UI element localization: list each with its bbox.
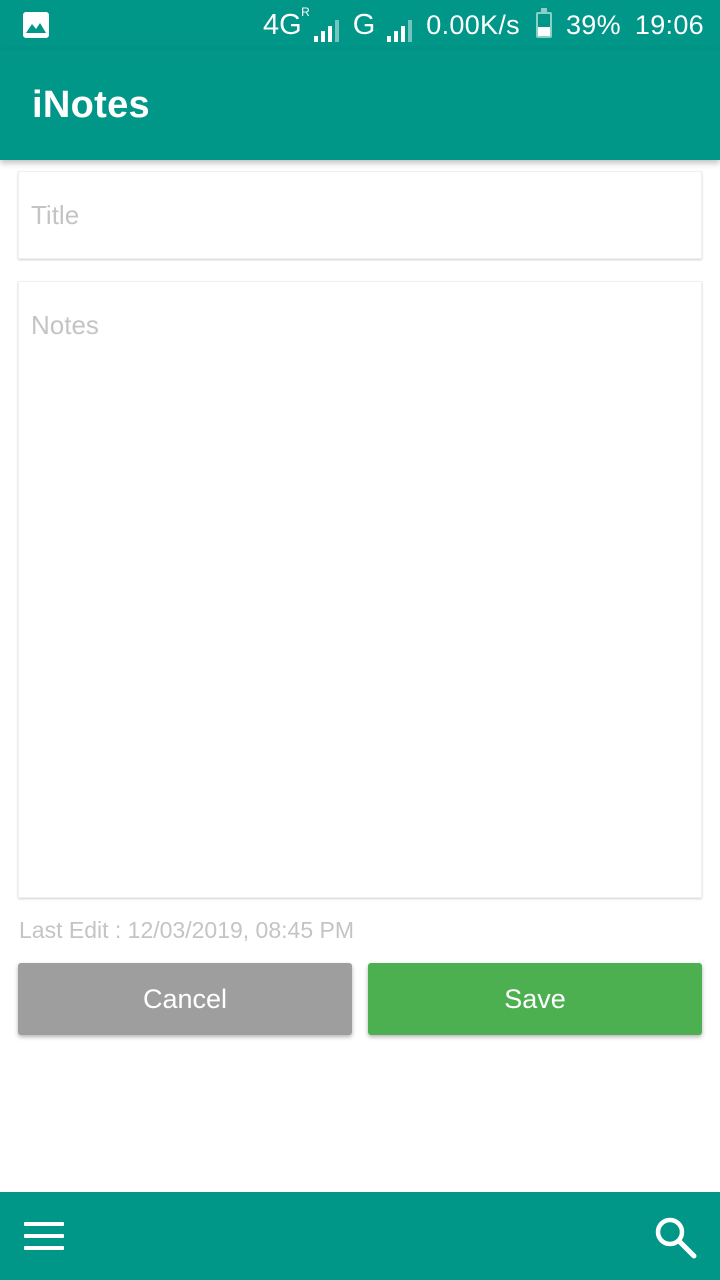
signal-icon-secondary xyxy=(387,19,413,42)
signal-icon xyxy=(313,19,339,42)
title-input[interactable] xyxy=(18,171,702,259)
roaming-mark: R xyxy=(301,4,310,19)
cancel-button[interactable]: Cancel xyxy=(18,963,352,1035)
save-button[interactable]: Save xyxy=(368,963,702,1035)
status-left xyxy=(22,11,263,39)
secondary-signal: G xyxy=(353,9,413,42)
search-icon[interactable] xyxy=(652,1214,698,1260)
menu-icon[interactable] xyxy=(24,1222,64,1250)
battery-percent: 39% xyxy=(565,9,621,40)
network-type-secondary: G xyxy=(352,8,376,41)
clock: 19:06 xyxy=(634,9,704,40)
network-type-primary: 4G R xyxy=(263,4,310,41)
bottom-app-bar xyxy=(0,1192,720,1280)
data-rate: 0.00K/s xyxy=(426,9,520,40)
battery-fill xyxy=(537,27,550,36)
status-bar: 4G R G 0.00K/s 39% 19:06 xyxy=(0,0,720,50)
last-edit-label: Last Edit : 12/03/2019, 08:45 PM xyxy=(19,917,355,943)
notes-input[interactable] xyxy=(18,281,702,898)
battery-icon xyxy=(535,8,552,38)
gallery-notification-icon xyxy=(23,12,49,38)
app-bar: iNotes xyxy=(0,50,720,160)
primary-signal: 4G R xyxy=(263,4,339,42)
app-title: iNotes xyxy=(32,83,150,126)
status-indicators: 4G R G 0.00K/s 39% 19:06 xyxy=(263,4,704,42)
